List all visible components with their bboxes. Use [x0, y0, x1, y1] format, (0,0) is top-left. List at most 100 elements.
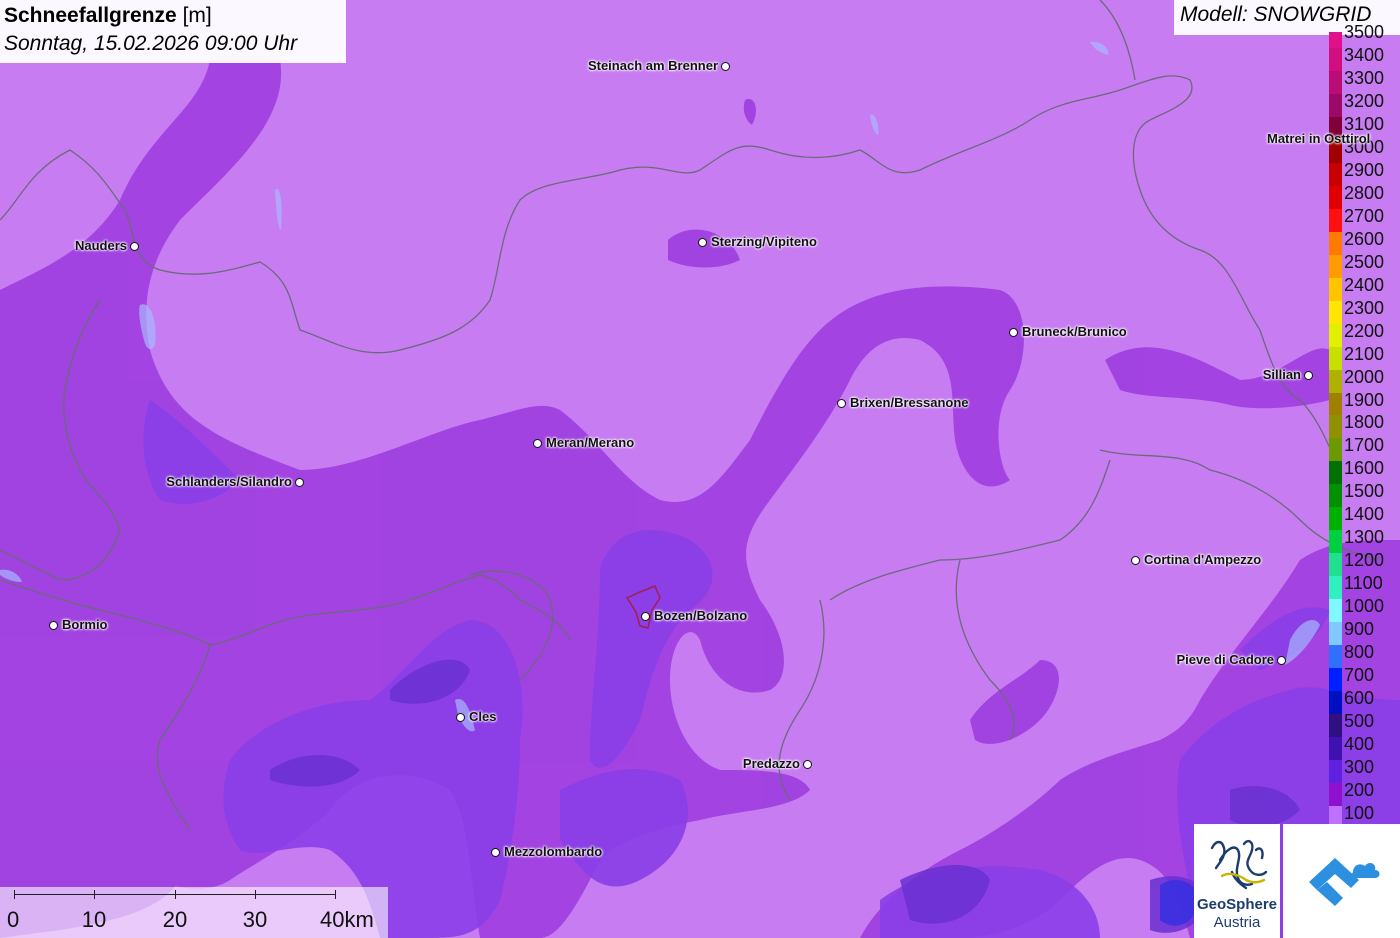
scale-label-4: 40km [320, 907, 374, 932]
legend-swatch-1600 [1329, 461, 1342, 485]
legend-label-2400: 2400 [1344, 274, 1385, 295]
scale-bar: 0 10 20 30 40km [0, 887, 388, 938]
legend-swatch-2000 [1329, 369, 1342, 393]
city-marker-bruneck-brunico[interactable] [1009, 328, 1018, 337]
legend-label-500: 500 [1344, 711, 1375, 732]
city-label-meran-merano: Meran/Merano [546, 435, 635, 450]
city-marker-cles[interactable] [456, 713, 465, 722]
city-marker-cortina-d-ampezzo[interactable] [1131, 556, 1140, 565]
scale-label-1: 10 [81, 907, 107, 932]
legend-swatch-1000 [1329, 599, 1342, 623]
legend-label-2000: 2000 [1344, 366, 1385, 387]
legend-label-3500: 3500 [1344, 22, 1385, 42]
scale-label-0: 0 [7, 907, 20, 932]
city-label-bozen-bolzano: Bozen/Bolzano [654, 608, 748, 623]
legend-label-2300: 2300 [1344, 297, 1385, 318]
legend-label-2600: 2600 [1344, 228, 1385, 249]
legend-swatch-3300 [1329, 70, 1342, 94]
map-canvas[interactable] [0, 0, 1400, 938]
legend-label-3300: 3300 [1344, 67, 1385, 88]
legend-label-700: 700 [1344, 665, 1375, 686]
city-label-steinach-am-brenner: Steinach am Brenner [587, 58, 718, 73]
city-label-bormio: Bormio [62, 617, 108, 632]
city-marker-mezzolombardo[interactable] [491, 848, 500, 857]
legend-swatch-1500 [1329, 484, 1342, 508]
city-label-pieve-di-cadore: Pieve di Cadore [1176, 652, 1274, 667]
city-label-cortina-d-ampezzo: Cortina d'Ampezzo [1144, 552, 1262, 567]
legend-label-1600: 1600 [1344, 458, 1385, 479]
legend-label-900: 900 [1344, 619, 1375, 640]
scale-tick [255, 890, 256, 899]
legend-label-3200: 3200 [1344, 90, 1385, 111]
geosphere-logo[interactable]: GeoSphere Austria [1194, 824, 1280, 938]
scale-tick [335, 890, 336, 899]
legend-swatch-500 [1329, 714, 1342, 738]
city-label-schlanders-silandro: Schlanders/Silandro [166, 474, 292, 489]
legend-swatch-1700 [1329, 438, 1342, 462]
legend-label-2800: 2800 [1344, 182, 1385, 203]
city-marker-schlanders-silandro[interactable] [295, 478, 304, 487]
city-marker-steinach-am-brenner[interactable] [721, 62, 730, 71]
legend-label-600: 600 [1344, 688, 1375, 709]
title-main: Schneefallgrenze [4, 4, 177, 27]
geosphere-name: GeoSphere [1196, 896, 1278, 913]
legend-label-300: 300 [1344, 757, 1375, 778]
geosphere-emblem-icon [1210, 839, 1268, 890]
city-marker-sterzing-vipiteno[interactable] [698, 238, 707, 247]
legend-swatch-700 [1329, 668, 1342, 692]
city-label-cles: Cles [469, 709, 497, 724]
city-marker-meran-merano[interactable] [533, 439, 542, 448]
city-marker-bormio[interactable] [49, 621, 58, 630]
legend-swatch-800 [1329, 645, 1342, 669]
city-marker-bozen-bolzano[interactable] [641, 612, 650, 621]
legend-label-100: 100 [1344, 802, 1375, 823]
city-marker-predazzo[interactable] [803, 760, 812, 769]
legend-swatch-2300 [1329, 300, 1342, 324]
scale-tick [14, 890, 15, 899]
legend-label-800: 800 [1344, 642, 1375, 663]
legend-swatch-300 [1329, 760, 1342, 783]
city-marker-sillian[interactable] [1304, 371, 1313, 380]
scale-tick [175, 890, 176, 899]
legend-label-2200: 2200 [1344, 320, 1385, 341]
city-marker-pieve-di-cadore[interactable] [1277, 656, 1286, 665]
legend-swatch-2100 [1329, 346, 1342, 370]
legend-label-2100: 2100 [1344, 343, 1385, 364]
legend-label-1200: 1200 [1344, 550, 1385, 571]
weather-app-icon [1309, 858, 1380, 906]
legend-label-400: 400 [1344, 734, 1375, 755]
city-label-predazzo: Predazzo [742, 756, 800, 771]
legend-swatch-1300 [1329, 530, 1342, 554]
city-marker-nauders[interactable] [130, 242, 139, 251]
city-label-mezzolombardo: Mezzolombardo [504, 844, 603, 859]
city-marker-brixen-bressanone[interactable] [837, 399, 846, 408]
legend-swatch-400 [1329, 737, 1342, 761]
scale-label-2: 20 [162, 907, 188, 932]
city-label-sillian: Sillian [1262, 367, 1301, 382]
legend-swatch-200 [1329, 783, 1342, 806]
title-unit: [m] [182, 4, 212, 27]
legend-label-1700: 1700 [1344, 435, 1385, 456]
legend-swatch-1900 [1329, 392, 1342, 416]
city-label-bruneck-brunico: Bruneck/Brunico [1022, 324, 1127, 339]
city-label-nauders: Nauders [74, 238, 127, 253]
legend-color-bar [1329, 32, 1342, 829]
scale-label-3: 30 [242, 907, 268, 932]
legend-label-1400: 1400 [1344, 504, 1385, 525]
legend-swatch-600 [1329, 691, 1342, 715]
map-title: Schneefallgrenze [m] [4, 2, 342, 30]
legend-swatch-3200 [1329, 93, 1342, 117]
legend-swatch-900 [1329, 622, 1342, 646]
legend-swatch-2200 [1329, 323, 1342, 347]
legend-label-1900: 1900 [1344, 389, 1385, 410]
legend-label-1100: 1100 [1344, 573, 1383, 594]
geosphere-country: Austria [1213, 914, 1261, 931]
legend-swatch-1100 [1329, 576, 1342, 600]
legend-swatch-1200 [1329, 553, 1342, 577]
scale-tick [94, 890, 95, 899]
legend-swatch-2900 [1329, 162, 1342, 186]
legend-label-200: 200 [1344, 780, 1375, 800]
weather-app-logo[interactable] [1283, 824, 1400, 938]
legend-label-1000: 1000 [1344, 596, 1385, 617]
legend-label-2700: 2700 [1344, 205, 1385, 226]
